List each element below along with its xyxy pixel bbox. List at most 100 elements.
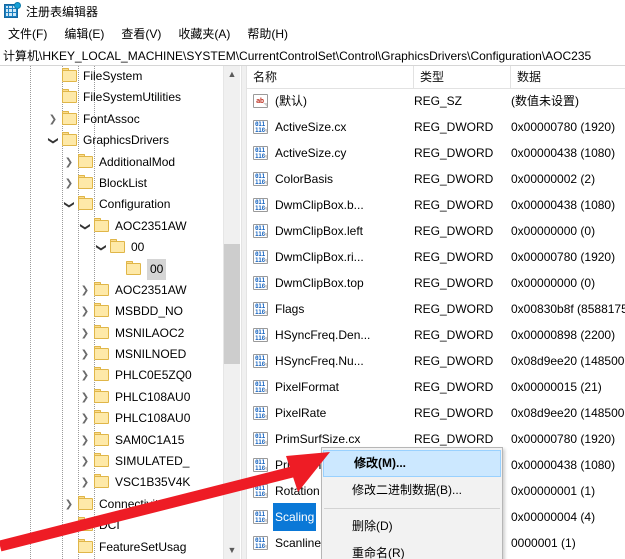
chevron-right-icon[interactable]: ❯	[78, 344, 92, 365]
registry-tree-pane: FileSystemFileSystemUtilities❯FontAssoc❮…	[0, 66, 241, 559]
tree-item[interactable]: ❯Connectivity	[0, 494, 225, 515]
tree-item[interactable]: DCI	[0, 515, 225, 536]
value-row[interactable]: 011110HSyncFreq.Den...REG_DWORD0x0000089…	[247, 322, 625, 348]
scroll-up-icon[interactable]: ▲	[224, 66, 240, 83]
tree-item[interactable]: ❯PHLC0E5ZQ0	[0, 365, 225, 386]
chevron-right-icon[interactable]: ❯	[46, 109, 60, 130]
value-data: 0x08d9ee20 (1485000	[511, 348, 625, 374]
value-row[interactable]: 011110DwmClipBox.topREG_DWORD0x00000000 …	[247, 270, 625, 296]
folder-icon	[62, 70, 78, 83]
menu-file[interactable]: 文件(F)	[8, 23, 56, 44]
tree-item[interactable]: ❯ MSNILNOED	[0, 344, 225, 365]
chevron-right-icon[interactable]: ❯	[62, 173, 76, 194]
value-data: 0x00000001 (1)	[511, 478, 595, 504]
value-row[interactable]: 011110DwmClipBox.leftREG_DWORD0x00000000…	[247, 218, 625, 244]
value-data: 0x00000438 (1080)	[511, 192, 615, 218]
column-header-data[interactable]: 数据	[511, 66, 625, 88]
value-row[interactable]: 011110PixelRateREG_DWORD0x08d9ee20 (1485…	[247, 400, 625, 426]
chevron-right-icon[interactable]: ❯	[78, 408, 92, 429]
tree-item[interactable]: ❯FontAssoc	[0, 109, 225, 130]
tree-item[interactable]: ❯MSNILAOC2	[0, 323, 225, 344]
tree-item[interactable]: ❯BlockList	[0, 173, 225, 194]
scroll-down-icon[interactable]: ▼	[224, 542, 240, 559]
chevron-right-icon[interactable]: ❯	[78, 365, 92, 386]
address-bar[interactable]: 计算机\HKEY_LOCAL_MACHINE\SYSTEM\CurrentCon…	[0, 45, 625, 66]
menu-view[interactable]: 查看(V)	[121, 23, 170, 44]
chevron-right-icon[interactable]: ❯	[78, 280, 92, 301]
dword-value-icon: 011110	[253, 250, 268, 264]
folder-icon	[78, 156, 94, 169]
tree-item[interactable]: ❯VSC1B35V4K	[0, 472, 225, 493]
value-row[interactable]: 011110ActiveSize.cxREG_DWORD0x00000780 (…	[247, 114, 625, 140]
tree-item[interactable]: ❮Configuration	[0, 194, 225, 215]
tree-item[interactable]: ❮ AOC2351AW	[0, 216, 225, 237]
chevron-right-icon[interactable]: ❯	[62, 494, 76, 515]
value-row[interactable]: 011110ActiveSize.cyREG_DWORD0x00000438 (…	[247, 140, 625, 166]
tree-item-label: AOC2351AW	[115, 216, 187, 237]
tree-item[interactable]: ❯SAM0C1A15	[0, 430, 225, 451]
tree-vertical-scrollbar[interactable]: ▲ ▼	[223, 66, 240, 559]
value-data: (数值未设置)	[511, 88, 579, 114]
value-row[interactable]: 011110DwmClipBox.b...REG_DWORD0x00000438…	[247, 192, 625, 218]
tree-item[interactable]: FeatureSetUsag	[0, 537, 225, 558]
menu-favorites[interactable]: 收藏夹(A)	[178, 23, 239, 44]
chevron-right-icon[interactable]: ❯	[78, 430, 92, 451]
chevron-down-icon[interactable]: ❮	[90, 241, 111, 255]
value-name: ColorBasis	[273, 165, 335, 193]
value-name-cell: 011110Rotation	[253, 478, 322, 504]
value-type: REG_SZ	[414, 88, 462, 114]
tree-item[interactable]: ❯PHLC108AU0	[0, 408, 225, 429]
column-header-type[interactable]: 类型	[414, 66, 511, 88]
chevron-right-icon[interactable]: ❯	[78, 451, 92, 472]
chevron-down-icon[interactable]: ❮	[74, 219, 95, 233]
value-row[interactable]: 011110PixelFormatREG_DWORD0x00000015 (21…	[247, 374, 625, 400]
registry-tree[interactable]: FileSystemFileSystemUtilities❯FontAssoc❮…	[0, 66, 225, 559]
value-row[interactable]: ab(默认)REG_SZ(数值未设置)	[247, 88, 625, 114]
context-menu-item[interactable]: 修改(M)...	[323, 450, 501, 477]
tree-item-label: AdditionalMod	[99, 152, 175, 173]
value-type: REG_DWORD	[414, 270, 493, 296]
dword-value-icon: 011110	[253, 536, 268, 550]
value-name: HSyncFreq.Den...	[273, 321, 372, 349]
tree-item[interactable]: ❮GraphicsDrivers	[0, 130, 225, 151]
tree-item-label: MSNILNOED	[115, 344, 186, 365]
value-data: 0x00000002 (2)	[511, 166, 595, 192]
value-row[interactable]: 011110ColorBasisREG_DWORD0x00000002 (2)	[247, 166, 625, 192]
chevron-right-icon[interactable]: ❯	[78, 387, 92, 408]
folder-icon	[110, 241, 126, 254]
value-row[interactable]: 011110DwmClipBox.ri...REG_DWORD0x0000078…	[247, 244, 625, 270]
tree-item-label: MSBDD_NO	[115, 301, 183, 322]
tree-item[interactable]: ❯PHLC108AU0	[0, 387, 225, 408]
context-menu[interactable]: 修改(M)...修改二进制数据(B)... 删除(D)重命名(R)	[321, 447, 503, 559]
chevron-right-icon[interactable]: ❯	[78, 472, 92, 493]
tree-item[interactable]: ❯AOC2351AW	[0, 280, 225, 301]
context-menu-item[interactable]: 修改二进制数据(B)...	[322, 477, 502, 504]
scroll-thumb[interactable]	[224, 244, 240, 364]
chevron-down-icon[interactable]: ❮	[58, 198, 79, 212]
chevron-right-icon[interactable]: ❯	[78, 323, 92, 344]
value-type: REG_DWORD	[414, 348, 493, 374]
chevron-right-icon[interactable]: ❯	[78, 301, 92, 322]
menu-help[interactable]: 帮助(H)	[247, 23, 297, 44]
value-row[interactable]: 011110FlagsREG_DWORD0x00830b8f (8588175)	[247, 296, 625, 322]
column-header-name[interactable]: 名称	[247, 66, 414, 88]
chevron-right-icon[interactable]: ❯	[62, 152, 76, 173]
tree-item-label: FeatureSetUsag	[99, 537, 186, 558]
dword-value-icon: 011110	[253, 172, 268, 186]
context-menu-item[interactable]: 重命名(R)	[322, 540, 502, 559]
tree-item[interactable]: FileSystemUtilities	[0, 87, 225, 108]
tree-item[interactable]: FileSystem	[0, 66, 225, 87]
tree-item[interactable]: 00	[0, 259, 225, 280]
value-type: REG_DWORD	[414, 192, 493, 218]
main-area: FileSystemFileSystemUtilities❯FontAssoc❮…	[0, 66, 625, 559]
context-menu-item[interactable]: 删除(D)	[322, 513, 502, 540]
value-data: 0x00830b8f (8588175)	[511, 296, 625, 322]
value-row[interactable]: 011110HSyncFreq.Nu...REG_DWORD0x08d9ee20…	[247, 348, 625, 374]
tree-item-label: FileSystemUtilities	[83, 87, 181, 108]
tree-item[interactable]: ❯SIMULATED_	[0, 451, 225, 472]
tree-item[interactable]: ❯ MSBDD_NO	[0, 301, 225, 322]
menu-edit[interactable]: 编辑(E)	[64, 23, 113, 44]
chevron-down-icon[interactable]: ❮	[42, 134, 63, 148]
tree-item[interactable]: ❯ AdditionalMod	[0, 152, 225, 173]
tree-item[interactable]: ❮00	[0, 237, 225, 258]
